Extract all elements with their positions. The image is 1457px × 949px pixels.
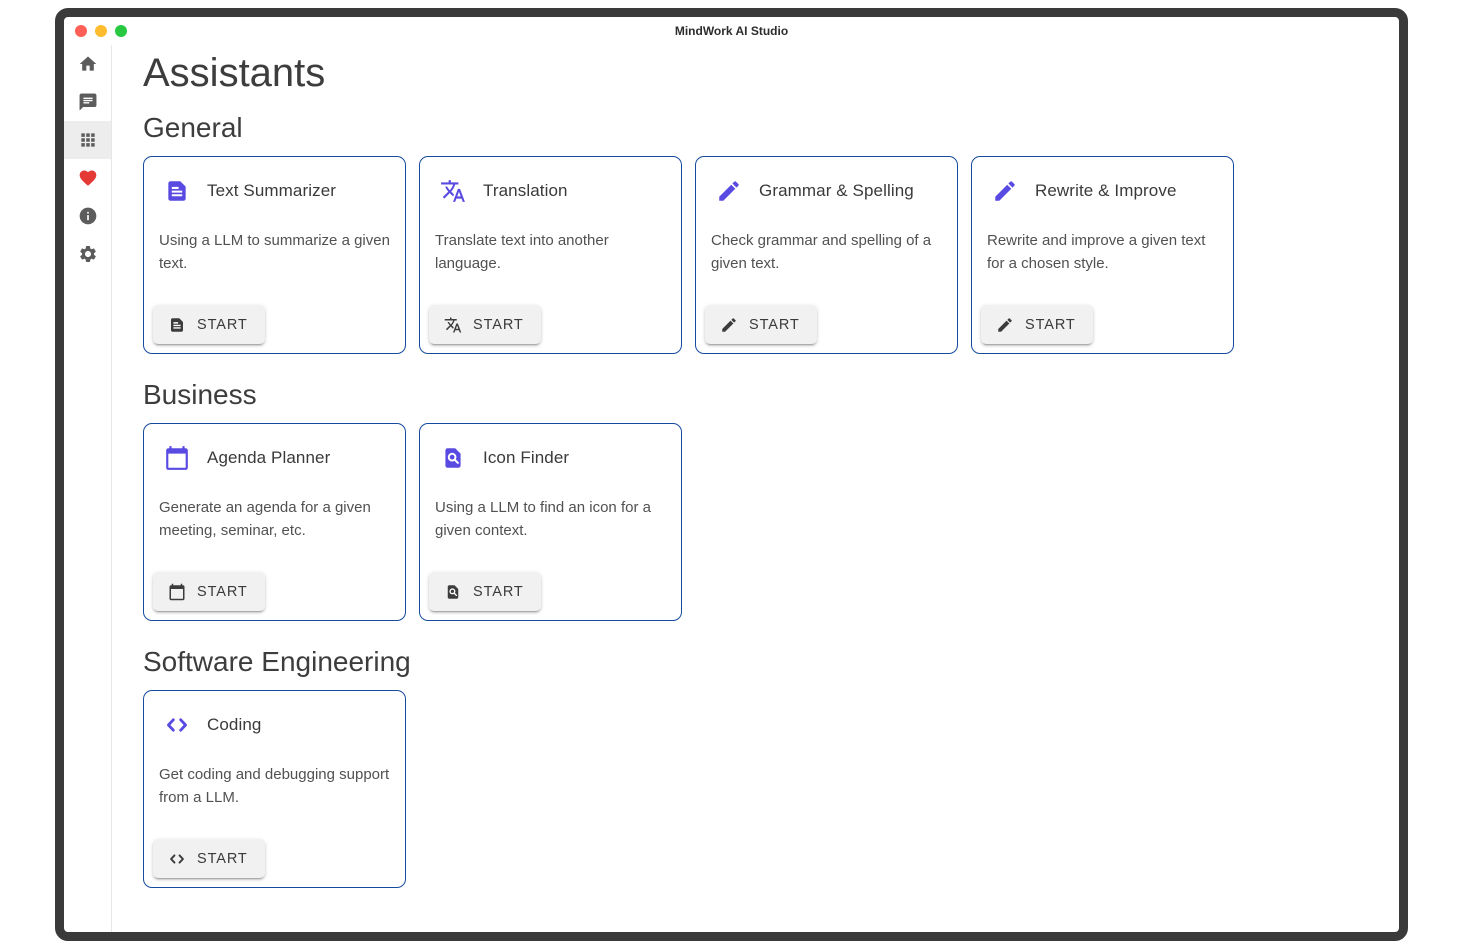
card-actions: START xyxy=(144,297,405,353)
card-title: Coding xyxy=(207,715,261,735)
sidebar xyxy=(64,45,112,932)
app-body: Assistants General Text Summarizer Using a… xyxy=(64,45,1399,932)
calendar-icon xyxy=(164,445,190,471)
window-title: MindWork AI Studio xyxy=(64,24,1399,38)
chat-icon xyxy=(78,92,98,112)
calendar-icon xyxy=(168,583,186,601)
start-button-label: START xyxy=(1025,317,1076,333)
assistant-card: Rewrite & Improve Rewrite and improve a g… xyxy=(971,156,1234,354)
card-description: Using a LLM to summarize a given text. xyxy=(144,229,405,297)
assistant-card: Grammar & Spelling Check grammar and spel… xyxy=(695,156,958,354)
sidebar-item-chats[interactable] xyxy=(64,83,111,121)
card-description: Generate an agenda for a given meeting, … xyxy=(144,496,405,564)
assistant-card: Coding Get coding and debugging support f… xyxy=(143,690,406,888)
pencil-icon xyxy=(716,178,742,204)
assistant-card: Agenda Planner Generate an agenda for a g… xyxy=(143,423,406,621)
pencil-icon xyxy=(996,316,1014,334)
start-button[interactable]: START xyxy=(153,839,265,878)
section: Software Engineering Coding Get coding and… xyxy=(143,645,1399,888)
article-icon xyxy=(164,178,190,204)
start-button-label: START xyxy=(197,317,248,333)
start-button-label: START xyxy=(749,317,800,333)
start-button[interactable]: START xyxy=(153,572,265,611)
sidebar-item-assistants[interactable] xyxy=(64,121,111,159)
start-button[interactable]: START xyxy=(429,305,541,344)
sidebar-item-settings[interactable] xyxy=(64,235,111,273)
start-button[interactable]: START xyxy=(153,305,265,344)
card-header: Translation xyxy=(420,157,681,204)
close-window-button[interactable] xyxy=(75,25,87,37)
minimize-window-button[interactable] xyxy=(95,25,107,37)
home-icon xyxy=(78,54,98,74)
sidebar-item-about[interactable] xyxy=(64,197,111,235)
start-button-label: START xyxy=(473,584,524,600)
start-button-label: START xyxy=(197,851,248,867)
card-description: Get coding and debugging support from a … xyxy=(144,763,405,831)
icon-search-icon xyxy=(440,445,466,471)
sidebar-item-home[interactable] xyxy=(64,45,111,83)
card-title: Agenda Planner xyxy=(207,448,330,468)
section-header: Business xyxy=(143,378,1399,411)
cards-row: Text Summarizer Using a LLM to summarize … xyxy=(143,156,1399,354)
start-button-label: START xyxy=(197,584,248,600)
assistant-card: Text Summarizer Using a LLM to summarize … xyxy=(143,156,406,354)
card-actions: START xyxy=(144,564,405,620)
card-header: Grammar & Spelling xyxy=(696,157,957,204)
card-description: Check grammar and spelling of a given te… xyxy=(696,229,957,297)
card-title: Text Summarizer xyxy=(207,181,336,201)
card-header: Rewrite & Improve xyxy=(972,157,1233,204)
section: General Text Summarizer Using a LLM to sum… xyxy=(143,111,1399,354)
title-bar: MindWork AI Studio xyxy=(64,17,1399,45)
start-button[interactable]: START xyxy=(429,572,541,611)
card-header: Icon Finder xyxy=(420,424,681,471)
card-actions: START xyxy=(972,297,1233,353)
cards-row: Coding Get coding and debugging support f… xyxy=(143,690,1399,888)
page-title: Assistants xyxy=(143,49,1399,97)
info-icon xyxy=(78,206,98,226)
heart-icon xyxy=(78,168,98,188)
card-description: Using a LLM to find an icon for a given … xyxy=(420,496,681,564)
gear-icon xyxy=(78,244,98,264)
start-button-label: START xyxy=(473,317,524,333)
sidebar-item-favorites[interactable] xyxy=(64,159,111,197)
card-title: Translation xyxy=(483,181,568,201)
card-header: Coding xyxy=(144,691,405,738)
card-actions: START xyxy=(420,564,681,620)
article-icon xyxy=(168,316,186,334)
pencil-icon xyxy=(720,316,738,334)
section-header: General xyxy=(143,111,1399,144)
card-title: Grammar & Spelling xyxy=(759,181,914,201)
main-content: Assistants General Text Summarizer Using a… xyxy=(112,45,1399,932)
assistant-sections: General Text Summarizer Using a LLM to sum… xyxy=(143,111,1399,888)
card-actions: START xyxy=(420,297,681,353)
pencil-icon xyxy=(992,178,1018,204)
apps-icon xyxy=(78,130,98,150)
traffic-lights xyxy=(64,25,127,37)
assistant-card: Icon Finder Using a LLM to find an icon f… xyxy=(419,423,682,621)
app-window: MindWork AI Studio Assistants General Tex… xyxy=(55,8,1408,941)
assistant-card: Translation Translate text into another l… xyxy=(419,156,682,354)
card-description: Translate text into another language. xyxy=(420,229,681,297)
card-actions: START xyxy=(696,297,957,353)
section: Business Agenda Planner Generate an agenda… xyxy=(143,378,1399,621)
card-header: Agenda Planner xyxy=(144,424,405,471)
card-title: Icon Finder xyxy=(483,448,569,468)
translate-icon xyxy=(440,178,466,204)
cards-row: Agenda Planner Generate an agenda for a g… xyxy=(143,423,1399,621)
section-header: Software Engineering xyxy=(143,645,1399,678)
card-title: Rewrite & Improve xyxy=(1035,181,1177,201)
card-actions: START xyxy=(144,831,405,887)
start-button[interactable]: START xyxy=(705,305,817,344)
zoom-window-button[interactable] xyxy=(115,25,127,37)
code-icon xyxy=(164,712,190,738)
code-icon xyxy=(168,850,186,868)
card-description: Rewrite and improve a given text for a c… xyxy=(972,229,1233,297)
translate-icon xyxy=(444,316,462,334)
card-header: Text Summarizer xyxy=(144,157,405,204)
icon-search-icon xyxy=(444,583,462,601)
start-button[interactable]: START xyxy=(981,305,1093,344)
